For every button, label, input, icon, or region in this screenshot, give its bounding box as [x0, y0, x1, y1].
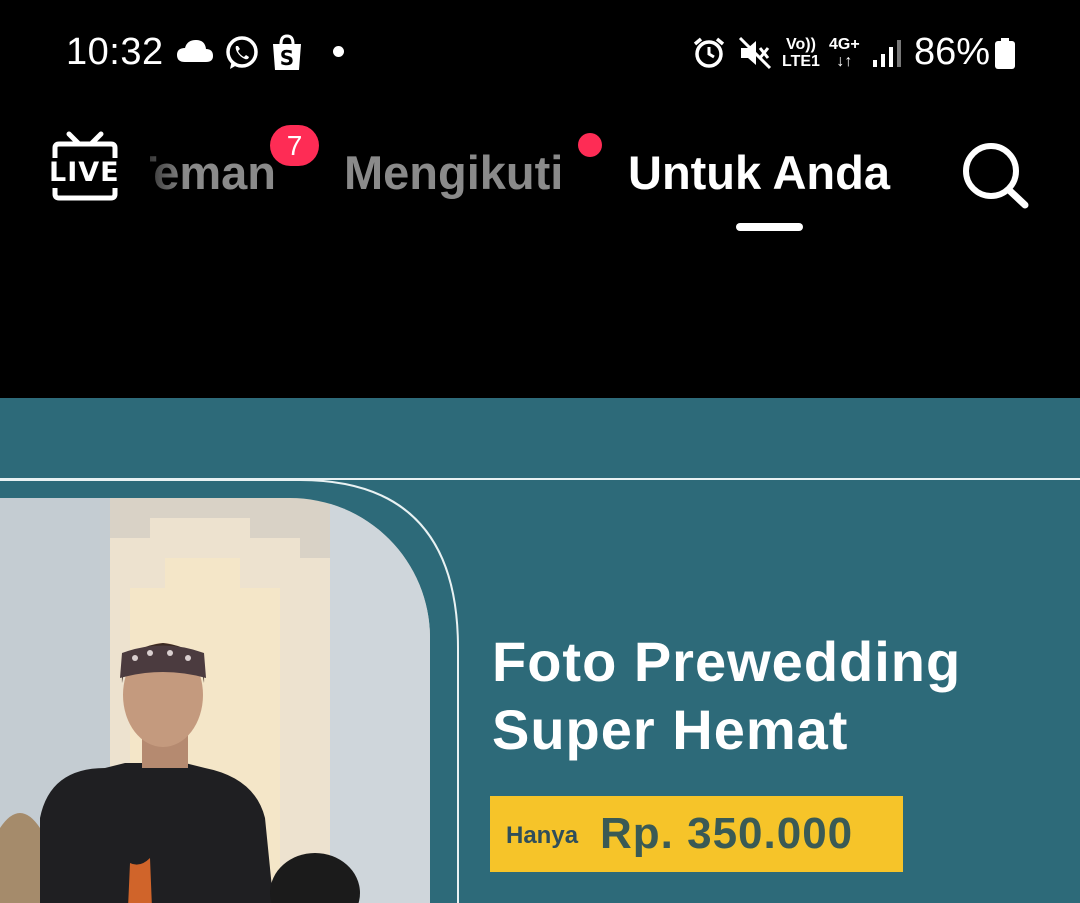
promo-title-line1: Foto Prewedding — [492, 630, 962, 693]
following-new-dot — [578, 133, 602, 157]
notification-dot-icon — [333, 46, 344, 57]
mute-icon — [738, 36, 772, 70]
live-button[interactable]: LIVE — [45, 130, 125, 205]
volte-line2: LTE1 — [782, 53, 820, 70]
status-bar: 10:32 S Vo)) LTE1 4G+ ↓↑ 86% — [0, 0, 1080, 105]
status-time: 10:32 — [66, 31, 164, 73]
couple-photo — [0, 498, 430, 903]
network-arrows: ↓↑ — [836, 53, 853, 70]
alarm-icon — [693, 37, 725, 68]
cloud-icon — [177, 40, 213, 62]
active-tab-indicator — [736, 223, 803, 231]
tab-scroll-fade — [125, 125, 185, 225]
tab-following[interactable]: Mengikuti — [344, 145, 563, 200]
volte-line1: Vo)) — [786, 36, 816, 53]
friends-badge: 7 — [270, 125, 319, 166]
shopee-icon: S — [273, 34, 301, 70]
live-label: LIVE — [49, 157, 120, 188]
network-indicator: 4G+ ↓↑ — [829, 36, 860, 70]
screen: 10:32 S Vo)) LTE1 4G+ ↓↑ 86% LIVE man 7 … — [0, 0, 1080, 903]
top-nav: LIVE Teman 7 Mengikuti Untuk Anda — [0, 105, 1080, 245]
signal-icon — [873, 40, 901, 67]
price-label: Hanya — [506, 822, 579, 849]
search-icon[interactable] — [958, 139, 1032, 213]
whatsapp-icon — [226, 36, 258, 69]
promo-title: Foto Prewedding Super Hemat — [492, 628, 961, 764]
price-value: Rp. 350.000 — [600, 809, 854, 858]
battery-percentage: 86% — [914, 31, 991, 73]
volte-indicator: Vo)) LTE1 — [782, 36, 820, 70]
network-type: 4G+ — [829, 36, 860, 53]
video-ad-content[interactable]: Foto Prewedding Super Hemat Hanya Rp. 35… — [0, 398, 1080, 903]
svg-text:S: S — [280, 46, 294, 70]
battery-icon — [995, 38, 1015, 69]
promo-title-line2: Super Hemat — [492, 698, 849, 761]
couple-photo-illustration — [0, 498, 430, 903]
price-tag: Hanya Rp. 350.000 — [490, 796, 903, 872]
tab-for-you[interactable]: Untuk Anda — [628, 145, 890, 200]
